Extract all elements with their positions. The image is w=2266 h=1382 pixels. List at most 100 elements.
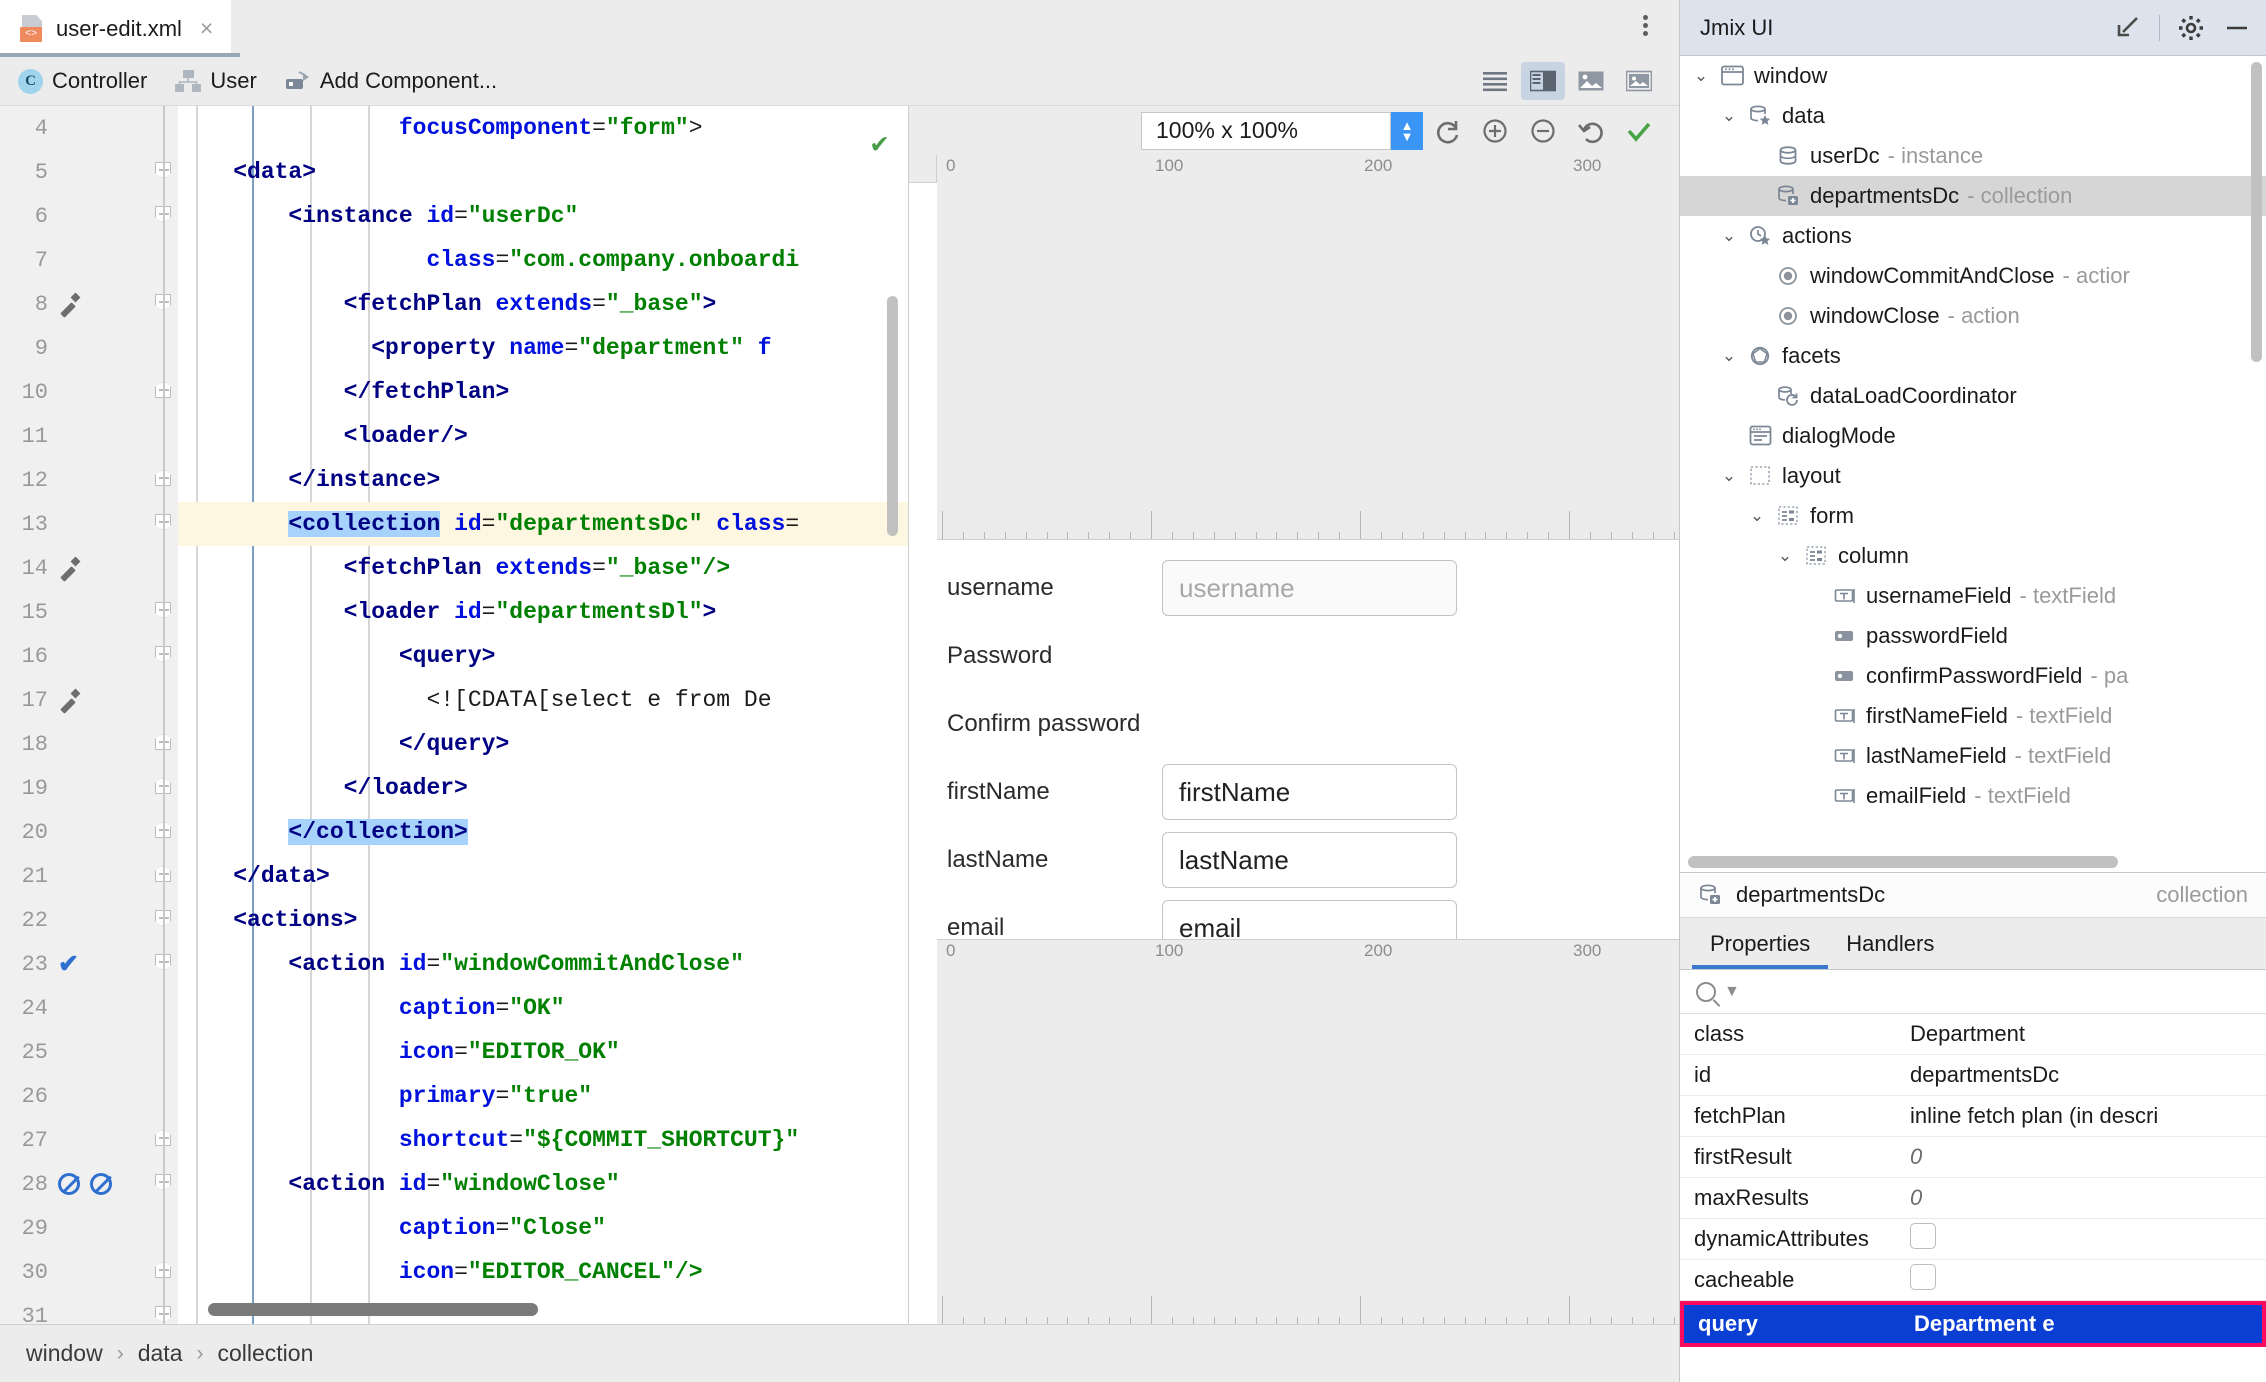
code-line[interactable]: <loader/> [178, 414, 908, 458]
zoom-in-icon[interactable] [1471, 111, 1519, 151]
gutter-row[interactable]: 9 [0, 326, 178, 370]
tree-node-windowCommitAndClose[interactable]: ⌄windowCommitAndClose - actior [1680, 256, 2266, 296]
tree-node-firstNameField[interactable]: ⌄firstNameField - textField [1680, 696, 2266, 736]
property-row-cacheable[interactable]: cacheable [1680, 1260, 2266, 1301]
tab-properties[interactable]: Properties [1692, 919, 1829, 969]
add-component-button[interactable]: Add Component... [285, 68, 497, 94]
fold-collapse-icon[interactable] [155, 162, 175, 182]
fold-marker-icon[interactable] [155, 822, 175, 842]
text-view-button[interactable] [1473, 62, 1517, 100]
chevron-down-icon[interactable]: ⌄ [1718, 225, 1740, 247]
property-row-fetchPlan[interactable]: fetchPlan inline fetch plan (in descri [1680, 1096, 2266, 1137]
property-value[interactable]: Department [1910, 1021, 2266, 1047]
code-line[interactable]: <data> [178, 150, 908, 194]
tree-horizontal-scrollbar[interactable] [1688, 856, 2118, 868]
undo-icon[interactable] [1567, 111, 1615, 151]
code-line[interactable]: </query> [178, 722, 908, 766]
zoom-spinner[interactable]: ▲ ▼ [1391, 111, 1423, 150]
no-entry-icon[interactable] [90, 1173, 112, 1195]
tree-node-layout[interactable]: ⌄ layout [1680, 456, 2266, 496]
property-checkbox[interactable] [1910, 1264, 1936, 1290]
gutter-row[interactable]: 12 [0, 458, 178, 502]
preview-text-field[interactable]: username [1162, 560, 1457, 617]
edit-pencil-icon[interactable] [58, 293, 80, 315]
code-line[interactable]: <query> [178, 634, 908, 678]
tree-node-column[interactable]: ⌄ column [1680, 536, 2266, 576]
tree-node-confirmPasswordField[interactable]: ⌄confirmPasswordField - pa [1680, 656, 2266, 696]
tree-node-emailField[interactable]: ⌄emailField - textField [1680, 776, 2266, 816]
tree-node-form[interactable]: ⌄ form [1680, 496, 2266, 536]
gutter-icons[interactable] [58, 1173, 112, 1195]
fold-marker-icon[interactable] [155, 734, 175, 754]
gutter-icons[interactable] [58, 293, 80, 315]
fold-collapse-icon[interactable] [155, 206, 175, 226]
code-line[interactable]: shortcut="${COMMIT_SHORTCUT}" [178, 1118, 908, 1162]
code-line[interactable]: <collection id="departmentsDc" class= [178, 502, 908, 546]
gutter-row[interactable]: 28 [0, 1162, 178, 1206]
gutter-row[interactable]: 23 ✔ [0, 942, 178, 986]
chevron-down-icon[interactable]: ⌄ [1718, 465, 1740, 487]
edit-pencil-icon[interactable] [58, 557, 80, 579]
fold-collapse-icon[interactable] [155, 646, 175, 666]
fold-collapse-icon[interactable] [155, 602, 175, 622]
gutter-row[interactable]: 26 [0, 1074, 178, 1118]
gutter-row[interactable]: 16 [0, 634, 178, 678]
property-row-id[interactable]: id departmentsDc [1680, 1055, 2266, 1096]
breadcrumb-item[interactable]: data [138, 1340, 183, 1367]
user-entity-link[interactable]: User [175, 68, 257, 94]
tree-node-actions[interactable]: ⌄ actions [1680, 216, 2266, 256]
check-icon[interactable]: ✔ [58, 951, 79, 977]
property-row-class[interactable]: class Department [1680, 1014, 2266, 1055]
code-line[interactable]: <fetchPlan extends="_base"/> [178, 546, 908, 590]
tree-node-departmentsDc[interactable]: ⌄departmentsDc - collection [1680, 176, 2266, 216]
gutter-row[interactable]: 11 [0, 414, 178, 458]
preview-text-field[interactable]: lastName [1162, 832, 1457, 889]
gear-icon[interactable] [2176, 13, 2206, 43]
gutter-row[interactable]: 5 [0, 150, 178, 194]
chevron-down-icon[interactable]: ⌄ [1718, 345, 1740, 367]
code-line[interactable]: <instance id="userDc" [178, 194, 908, 238]
code-line[interactable]: </loader> [178, 766, 908, 810]
editor-vertical-scrollbar[interactable] [887, 296, 898, 536]
fold-collapse-icon[interactable] [155, 294, 175, 314]
tree-node-data[interactable]: ⌄ data [1680, 96, 2266, 136]
tree-node-usernameField[interactable]: ⌄usernameField - textField [1680, 576, 2266, 616]
code-line[interactable]: icon="EDITOR_CANCEL"/> [178, 1250, 908, 1294]
refresh-icon[interactable] [1423, 111, 1471, 151]
editor-gutter[interactable]: 4 5 6 7 8 9 10 11 12 13 14 15 16 17 18 19 20 21 22 23 ✔ 24 25 2… [0, 106, 178, 1324]
code-line[interactable]: primary="true" [178, 1074, 908, 1118]
tree-vertical-scrollbar[interactable] [2251, 62, 2262, 362]
close-icon[interactable]: × [200, 15, 213, 42]
gutter-row[interactable]: 4 [0, 106, 178, 150]
tree-node-windowClose[interactable]: ⌄windowClose - action [1680, 296, 2266, 336]
code-editor[interactable]: 4 5 6 7 8 9 10 11 12 13 14 15 16 17 18 19 20 21 22 23 ✔ 24 25 2… [0, 106, 908, 1324]
code-line[interactable]: <action id="windowClose" [178, 1162, 908, 1206]
editor-tab-user-edit[interactable]: <> user-edit.xml × [0, 0, 232, 57]
code-line[interactable]: caption="Close" [178, 1206, 908, 1250]
fold-collapse-icon[interactable] [155, 910, 175, 930]
tree-node-lastNameField[interactable]: ⌄lastNameField - textField [1680, 736, 2266, 776]
zoom-value-field[interactable]: 100% x 100% [1141, 111, 1391, 150]
chevron-down-icon[interactable]: ⌄ [1746, 505, 1768, 527]
code-line[interactable]: </data> [178, 854, 908, 898]
design-view-button[interactable] [1617, 62, 1661, 100]
chevron-down-icon[interactable]: ▼ [1724, 983, 1740, 1001]
property-row-maxResults[interactable]: maxResults 0 [1680, 1178, 2266, 1219]
gutter-row[interactable]: 17 [0, 678, 178, 722]
apply-check-icon[interactable] [1615, 111, 1663, 151]
gutter-row[interactable]: 25 [0, 1030, 178, 1074]
fold-collapse-icon[interactable] [155, 954, 175, 974]
code-line[interactable]: <action id="windowCommitAndClose" [178, 942, 908, 986]
breadcrumb-item[interactable]: collection [217, 1340, 313, 1367]
gutter-row[interactable]: 18 [0, 722, 178, 766]
property-value[interactable]: departmentsDc [1910, 1062, 2266, 1088]
property-value[interactable] [1910, 1264, 2266, 1296]
preview-text-field[interactable]: email [1162, 900, 1457, 939]
tree-node-dialogMode[interactable]: ⌄dialogMode [1680, 416, 2266, 456]
code-line[interactable]: </fetchPlan> [178, 370, 908, 414]
gutter-icons[interactable] [58, 689, 80, 711]
property-checkbox[interactable] [1910, 1223, 1936, 1249]
fold-marker-icon[interactable] [155, 470, 175, 490]
tree-node-facets[interactable]: ⌄ facets [1680, 336, 2266, 376]
code-line[interactable]: caption="OK" [178, 986, 908, 1030]
